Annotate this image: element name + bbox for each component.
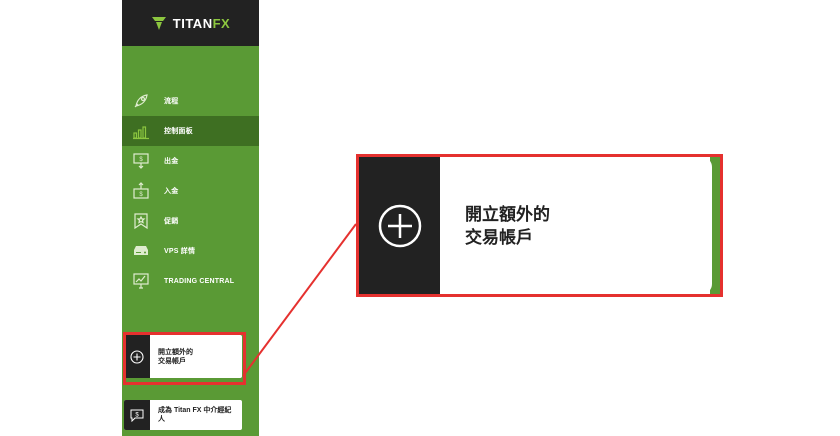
callout-zoom: 開立額外的 交易帳戶 — [356, 154, 723, 297]
callout-label: 開立額外的 交易帳戶 — [465, 205, 550, 247]
callout-plus-circle-icon — [359, 157, 440, 294]
